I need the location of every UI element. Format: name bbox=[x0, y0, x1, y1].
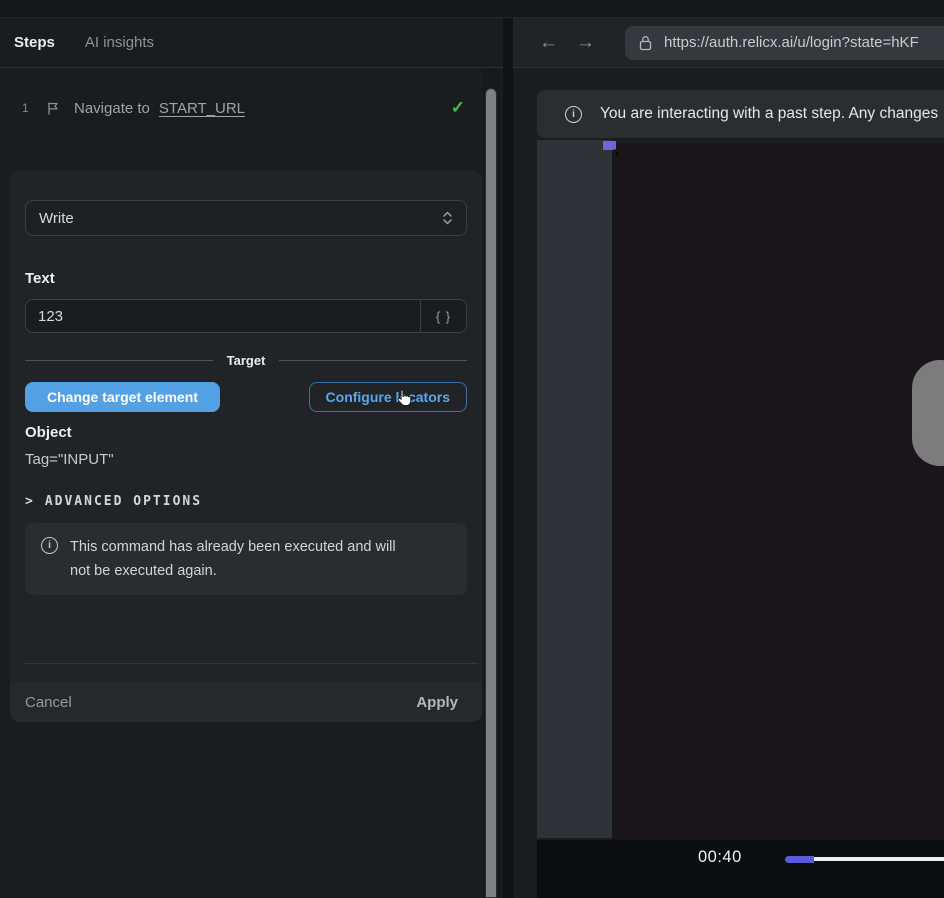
executed-info-text: This command has already been executed a… bbox=[70, 535, 405, 583]
flag-icon bbox=[46, 101, 60, 116]
cancel-button[interactable]: Cancel bbox=[25, 694, 72, 711]
target-section-label: Target bbox=[227, 353, 266, 368]
panel-divider bbox=[503, 18, 513, 898]
past-step-banner: i You are interacting with a past step. … bbox=[537, 90, 944, 138]
chevron-right-icon: > bbox=[25, 494, 35, 509]
tab-steps[interactable]: Steps bbox=[14, 34, 55, 51]
variable-braces-button[interactable]: { } bbox=[420, 300, 466, 332]
info-icon: i bbox=[41, 537, 58, 554]
info-icon: i bbox=[565, 106, 582, 123]
panel-tabbar: Steps AI insights bbox=[0, 18, 503, 68]
forward-arrow-icon[interactable]: → bbox=[576, 32, 595, 54]
replay-sidebar-region bbox=[537, 140, 612, 838]
url-bar[interactable]: https://auth.relicx.ai/u/login?state=hKF bbox=[625, 26, 944, 60]
playback-progress-bar[interactable] bbox=[785, 855, 944, 863]
text-input[interactable] bbox=[26, 300, 420, 332]
target-section-divider: Target bbox=[25, 353, 467, 368]
advanced-options-label: ADVANCED OPTIONS bbox=[45, 494, 202, 509]
object-tag-value: Tag="INPUT" bbox=[25, 451, 467, 468]
browser-preview-panel: ← → https://auth.relicx.ai/u/login?state… bbox=[513, 18, 944, 898]
apply-button[interactable]: Apply bbox=[416, 694, 458, 711]
executed-info-box: i This command has already been executed… bbox=[25, 523, 467, 595]
footer-divider bbox=[24, 663, 478, 664]
step-success-icon: ✓ bbox=[451, 98, 465, 118]
back-arrow-icon[interactable]: ← bbox=[539, 32, 558, 54]
step-editor-card: Write Text { } Target Change target elem… bbox=[10, 170, 482, 722]
progress-remaining bbox=[814, 857, 944, 861]
past-step-banner-text: You are interacting with a past step. An… bbox=[600, 105, 938, 123]
step-description: Navigate to bbox=[74, 100, 150, 117]
url-text: https://auth.relicx.ai/u/login?state=hKF bbox=[664, 34, 919, 51]
step-number: 1 bbox=[22, 101, 32, 115]
configure-locators-label: Configure locators bbox=[326, 389, 450, 405]
browser-toolbar: ← → https://auth.relicx.ai/u/login?state… bbox=[513, 18, 944, 68]
tab-ai-insights[interactable]: AI insights bbox=[85, 34, 154, 51]
step-row[interactable]: 1 Navigate to START_URL ✓ bbox=[22, 98, 465, 118]
lock-icon bbox=[639, 35, 652, 51]
editor-footer: Cancel Apply bbox=[10, 682, 482, 722]
steps-scrollbar-track[interactable] bbox=[483, 68, 500, 898]
advanced-options-toggle[interactable]: > ADVANCED OPTIONS bbox=[25, 494, 467, 509]
steps-panel: Steps AI insights 1 Navigate to START_UR… bbox=[0, 18, 503, 898]
replay-screen-region bbox=[612, 143, 944, 840]
text-input-group: { } bbox=[25, 299, 467, 333]
progress-fill bbox=[785, 856, 814, 863]
window-top-strip bbox=[0, 0, 944, 18]
step-start-url-link[interactable]: START_URL bbox=[159, 100, 245, 117]
select-chevrons-icon bbox=[442, 209, 453, 227]
playback-timestamp: 00:40 bbox=[698, 848, 742, 867]
collapsed-side-handle[interactable] bbox=[912, 360, 944, 466]
change-target-element-button[interactable]: Change target element bbox=[25, 382, 220, 412]
command-select[interactable]: Write bbox=[25, 200, 467, 236]
configure-locators-button[interactable]: Configure locators bbox=[309, 382, 467, 412]
command-select-value: Write bbox=[39, 210, 74, 227]
text-field-label: Text bbox=[25, 270, 467, 287]
replay-cursor-icon bbox=[613, 148, 624, 166]
object-label: Object bbox=[25, 424, 467, 441]
steps-scrollbar-thumb[interactable] bbox=[485, 88, 497, 898]
